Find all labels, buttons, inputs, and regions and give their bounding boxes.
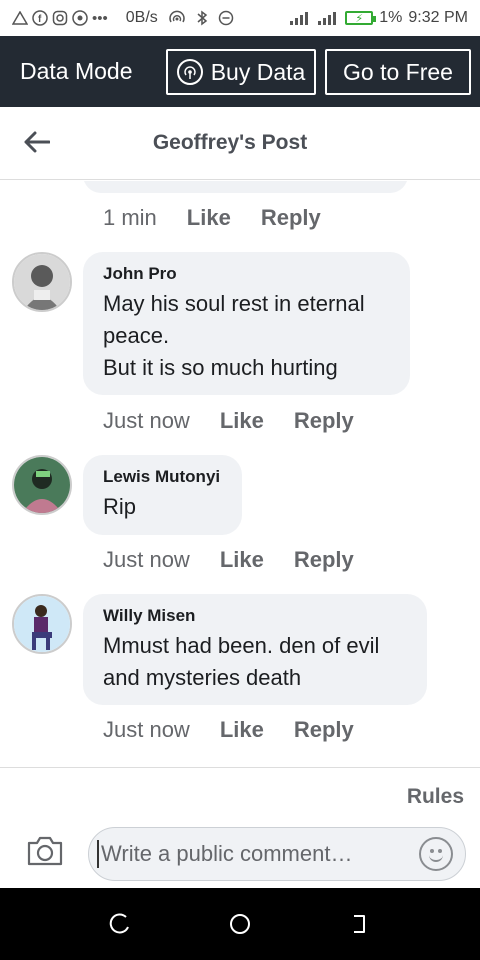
warning-icon <box>12 11 28 25</box>
facebook-icon: f <box>32 10 48 26</box>
comment-text: May his soul rest in eternal peace. But … <box>103 291 365 380</box>
camera-icon <box>27 836 63 866</box>
svg-text:f: f <box>38 14 42 25</box>
comment-author[interactable]: Willy Misen <box>103 606 407 626</box>
signal-2-icon <box>317 10 339 26</box>
data-mode-label: Data Mode <box>20 58 133 84</box>
buy-data-label: Buy Data <box>210 58 306 85</box>
bluetooth-icon <box>196 10 208 26</box>
comment-composer: Rules <box>0 767 480 888</box>
recent-apps-button[interactable] <box>100 904 140 944</box>
clock: 9:32 PM <box>408 9 468 26</box>
comment-input-wrapper <box>88 827 466 881</box>
more-notifications-icon: ••• <box>92 9 108 27</box>
like-button[interactable]: Like <box>220 547 264 573</box>
back-nav-button[interactable] <box>340 904 380 944</box>
emoji-icon[interactable] <box>419 837 453 871</box>
page-title: Geoffrey's Post <box>152 131 308 154</box>
recent-apps-icon <box>109 913 129 934</box>
avatar[interactable] <box>12 594 72 654</box>
comment-time: Just now <box>103 547 190 572</box>
comment-author[interactable]: John Pro <box>103 264 390 284</box>
like-button[interactable]: Like <box>220 408 264 434</box>
previous-comment-bubble <box>83 181 408 193</box>
battery-percent: 1% <box>379 9 403 26</box>
comment-actions: Just now Like Reply <box>103 547 354 573</box>
comment-bubble: Willy Misen Mmust had been. den of evil … <box>83 594 427 705</box>
like-button[interactable]: Like <box>187 205 231 231</box>
status-right: ⚡ 1% 9:32 PM <box>289 9 468 27</box>
comment-time: Just now <box>103 717 190 742</box>
comment-time: 1 min <box>103 205 157 230</box>
home-button[interactable] <box>220 904 260 944</box>
hotspot-icon <box>168 10 186 26</box>
buy-data-button[interactable]: Buy Data <box>166 49 316 95</box>
comment-actions: Just now Like Reply <box>103 408 354 434</box>
reply-button[interactable]: Reply <box>261 205 321 231</box>
comment-bubble: Lewis Mutonyi Rip <box>83 455 242 535</box>
avatar[interactable] <box>12 455 72 515</box>
broadcast-icon <box>176 59 203 85</box>
previous-comment-actions: 1 min Like Reply <box>103 205 321 231</box>
reply-button[interactable]: Reply <box>294 408 354 434</box>
signal-icon <box>289 10 311 26</box>
network-speed: 0B/s <box>125 9 158 26</box>
instagram-icon <box>52 10 68 26</box>
camera-button[interactable] <box>26 835 64 867</box>
back-nav-icon <box>354 915 365 933</box>
reply-button[interactable]: Reply <box>294 717 354 743</box>
reply-button[interactable]: Reply <box>294 547 354 573</box>
back-button[interactable] <box>22 127 52 157</box>
post-header: Geoffrey's Post <box>0 107 480 180</box>
comment-text: Rip <box>103 494 137 519</box>
notification-icons: f ••• <box>12 10 108 27</box>
comment-actions: Just now Like Reply <box>103 717 354 743</box>
comment-input[interactable] <box>97 840 419 868</box>
comment-bubble: John Pro May his soul rest in eternal pe… <box>83 252 410 395</box>
avatar[interactable] <box>12 252 72 312</box>
battery-charging-icon: ⚡ <box>345 11 377 25</box>
do-not-disturb-icon <box>218 10 234 26</box>
comments-list[interactable]: 1 min Like Reply John Pro May his soul r… <box>0 181 480 767</box>
go-to-free-button[interactable]: Go to Free <box>325 49 471 95</box>
status-bar: f ••• 0B/s ⚡ 1% 9:32 PM <box>0 0 480 36</box>
data-mode-bar: Data Mode Buy Data Go to Free <box>0 36 480 107</box>
system-navigation-bar <box>0 888 480 960</box>
rules-link[interactable]: Rules <box>407 785 464 809</box>
home-icon <box>230 914 250 934</box>
comment-author[interactable]: Lewis Mutonyi <box>103 467 222 487</box>
smile-mouth <box>429 854 443 862</box>
app-icon <box>72 10 88 26</box>
comment-time: Just now <box>103 408 190 433</box>
back-arrow-icon <box>24 131 50 153</box>
comment-text: Mmust had been. den of evil and mysterie… <box>103 633 380 690</box>
like-button[interactable]: Like <box>220 717 264 743</box>
status-center: 0B/s <box>126 9 234 27</box>
